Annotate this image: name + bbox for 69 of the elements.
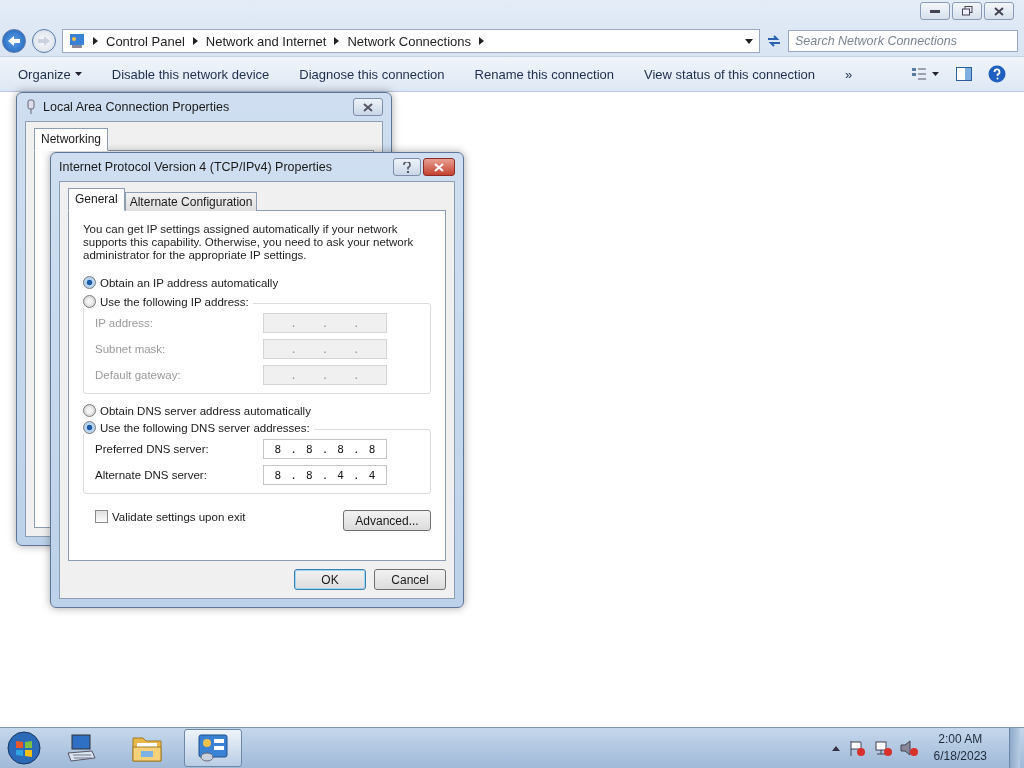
- chevron-right-icon: [93, 37, 98, 45]
- preview-pane-icon[interactable]: [956, 67, 972, 81]
- dialog-button[interactable]: Cancel: [374, 569, 446, 590]
- search-field[interactable]: Search Network Connections: [788, 30, 1018, 52]
- field-label: Subnet mask:: [95, 343, 166, 355]
- window-title: Internet Protocol Version 4 (TCP/IPv4) Properties: [59, 160, 333, 174]
- close-button[interactable]: [353, 98, 383, 116]
- clock-time: 2:00 AM: [938, 731, 983, 748]
- radio-label: Obtain DNS server address automatically: [100, 404, 311, 417]
- help-button[interactable]: [393, 158, 421, 176]
- field-label: Default gateway:: [95, 369, 181, 381]
- start-button[interactable]: [4, 729, 44, 767]
- breadcrumb[interactable]: Network Connections: [347, 33, 472, 49]
- control-panel-icon: [69, 33, 85, 49]
- close-icon: [434, 162, 444, 172]
- tab[interactable]: Networking: [34, 128, 109, 151]
- breadcrumb[interactable]: Control Panel: [106, 33, 185, 49]
- toolbar-command[interactable]: Disable this network device: [111, 66, 270, 82]
- toolbar-command[interactable]: Rename this connection: [474, 66, 615, 82]
- radio-label: Obtain an IP address automatically: [100, 276, 279, 289]
- network-adapter-icon: [25, 99, 37, 115]
- speaker-icon[interactable]: [899, 740, 918, 756]
- view-options-icon[interactable]: [912, 67, 940, 81]
- show-hidden-icons-icon[interactable]: [831, 745, 840, 751]
- back-button[interactable]: [2, 29, 26, 53]
- back-arrow-icon: [7, 35, 21, 47]
- advanced-button[interactable]: Advanced...: [343, 510, 431, 531]
- forward-arrow-icon: [37, 35, 51, 47]
- field-label: Alternate DNS server:: [95, 469, 207, 481]
- description-text: You can get IP settings assigned automatically if your network supports this capability. Otherwise, you need to ask your network administrator for the appropriate IP settings.: [83, 223, 415, 262]
- caret-icon: [74, 72, 82, 76]
- radio-option[interactable]: Obtain DNS server address automatically: [83, 404, 431, 417]
- minimize-button[interactable]: [920, 2, 950, 20]
- close-icon: [994, 6, 1004, 16]
- help-icon[interactable]: [988, 65, 1006, 83]
- ip-address-field[interactable]: 8 . 8 . 8 . 8: [263, 439, 387, 459]
- network-icon[interactable]: [873, 740, 892, 756]
- chevron-right-icon: [334, 37, 340, 45]
- refresh-icon: [766, 33, 782, 49]
- address-bar[interactable]: Control Panel Network and Internet Network Connections: [62, 29, 760, 53]
- forward-button[interactable]: [32, 29, 56, 53]
- taskbar-app[interactable]: [184, 729, 242, 767]
- tab[interactable]: General: [68, 188, 125, 211]
- field-label: Preferred DNS server:: [95, 443, 209, 455]
- question-mark-icon: [403, 161, 411, 173]
- dialog-button[interactable]: OK: [294, 569, 366, 590]
- clock-date: 6/18/2023: [933, 748, 987, 765]
- breadcrumb[interactable]: Network and Internet: [205, 33, 327, 49]
- toolbar-command[interactable]: »: [845, 66, 853, 82]
- tab[interactable]: Alternate Configuration: [124, 192, 258, 211]
- minimize-icon: [930, 9, 940, 13]
- chevron-right-icon: [479, 37, 485, 45]
- flag-icon[interactable]: [847, 740, 866, 756]
- close-icon: [363, 102, 373, 112]
- toolbar-command[interactable]: Diagnose this connection: [299, 66, 445, 82]
- restore-icon: [961, 6, 973, 16]
- control-panel-icon: [197, 733, 229, 763]
- close-button[interactable]: [984, 2, 1014, 20]
- chevron-right-icon: [192, 37, 198, 45]
- dropdown-icon: [745, 38, 753, 44]
- restore-button[interactable]: [952, 2, 982, 20]
- radio-option[interactable]: Obtain an IP address automatically: [83, 276, 431, 289]
- ip-address-field[interactable]: 8 . 8 . 4 . 4: [263, 465, 387, 485]
- toolbar-command[interactable]: View status of this connection: [644, 66, 816, 82]
- toolbar-command[interactable]: Organize: [18, 66, 82, 82]
- close-button[interactable]: [423, 158, 455, 176]
- window-title: Local Area Connection Properties: [43, 100, 230, 114]
- field-label: IP address:: [95, 317, 153, 329]
- keyboard-icon: [66, 733, 96, 763]
